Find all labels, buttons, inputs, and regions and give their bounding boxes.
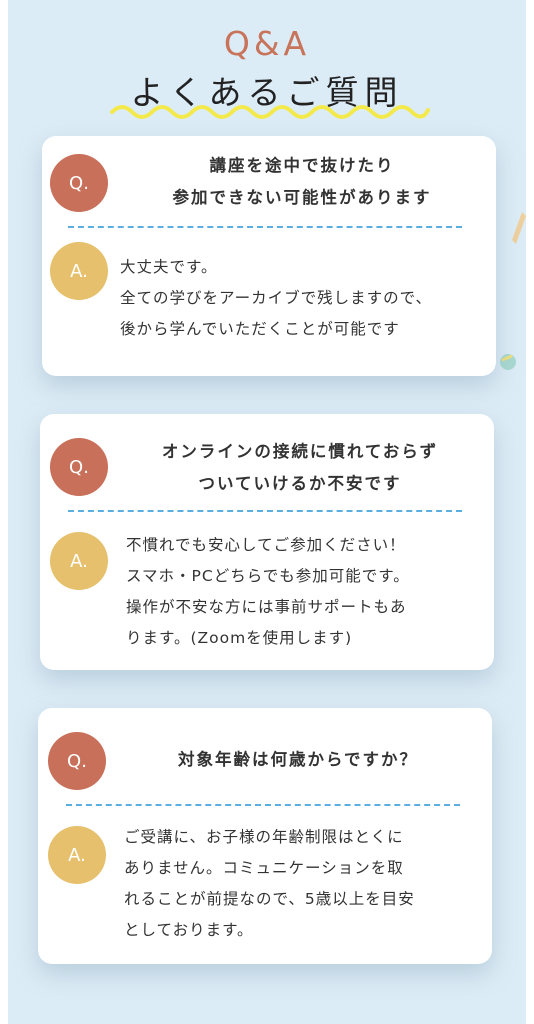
qa-divider	[68, 226, 462, 228]
answer-badge: A.	[48, 826, 106, 884]
qa-divider	[66, 804, 460, 806]
question-badge: Q.	[50, 438, 108, 496]
faq-card: Q. オンラインの接続に慣れておらず ついていけるか不安です A. 不慣れでも安…	[40, 414, 494, 670]
answer-text: 大丈夫です。 全ての学びをアーカイブで残しますので、 後から学んでいただくことが…	[120, 258, 432, 338]
question-text: 対象年齢は何歳からですか？	[177, 750, 418, 769]
question-text: 講座を途中で抜けたり 参加できない可能性があります	[172, 156, 432, 207]
answer-text: ご受講に、お子様の年齢制限はとくに ありません。コミュニケーションを取 れること…	[124, 828, 415, 939]
confetti-decoration	[500, 354, 516, 370]
qa-label: Q&A	[223, 24, 311, 63]
qa-divider	[68, 510, 462, 512]
title-underline-squiggle	[110, 105, 430, 119]
faq-card: Q. 対象年齢は何歳からですか？ A. ご受講に、お子様の年齢制限はとくに あり…	[38, 708, 492, 964]
question-badge: Q.	[48, 732, 106, 790]
question-text: オンラインの接続に慣れておらず ついていけるか不安です	[161, 442, 439, 493]
answer-badge: A.	[50, 532, 108, 590]
answer-text: 不慣れでも安心してご参加ください！ スマホ・PCどちらでも参加可能です。 操作が…	[126, 536, 410, 647]
faq-card: Q. 講座を途中で抜けたり 参加できない可能性があります A. 大丈夫です。 全…	[42, 136, 496, 376]
question-badge: Q.	[50, 154, 108, 212]
answer-badge: A.	[50, 242, 108, 300]
confetti-decoration	[512, 212, 526, 244]
